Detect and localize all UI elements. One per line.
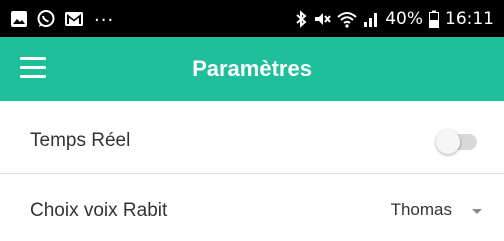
bluetooth-icon	[295, 9, 307, 28]
status-time: 16:11	[445, 8, 494, 29]
battery-icon	[429, 10, 439, 28]
settings-row-realtime: Temps Réel	[0, 101, 504, 173]
wifi-icon	[337, 10, 357, 28]
voice-label: Choix voix Rabit	[30, 200, 168, 221]
realtime-label: Temps Réel	[30, 130, 131, 151]
status-right-icons: 40% 16:11	[295, 0, 494, 37]
status-bar: ... 40% 16:11	[0, 0, 504, 37]
chevron-down-icon	[472, 208, 482, 214]
signal-icon	[363, 10, 379, 28]
voice-select[interactable]: Thomas	[391, 192, 482, 228]
hamburger-menu-icon[interactable]	[20, 57, 46, 79]
battery-percent: 40%	[385, 8, 423, 29]
status-left-icons: ...	[10, 0, 114, 37]
image-icon	[10, 10, 28, 28]
notification-overflow: ...	[94, 5, 115, 26]
gmail-icon	[64, 11, 84, 27]
settings-row-voice: Choix voix Rabit Thomas	[0, 174, 504, 241]
voice-select-value: Thomas	[390, 200, 452, 219]
mute-icon	[313, 10, 331, 28]
realtime-toggle[interactable]	[436, 130, 477, 154]
page-title: Paramètres	[192, 56, 312, 81]
toggle-thumb	[436, 130, 460, 154]
app-bar: Paramètres	[0, 37, 504, 101]
whatsapp-icon	[36, 9, 56, 29]
